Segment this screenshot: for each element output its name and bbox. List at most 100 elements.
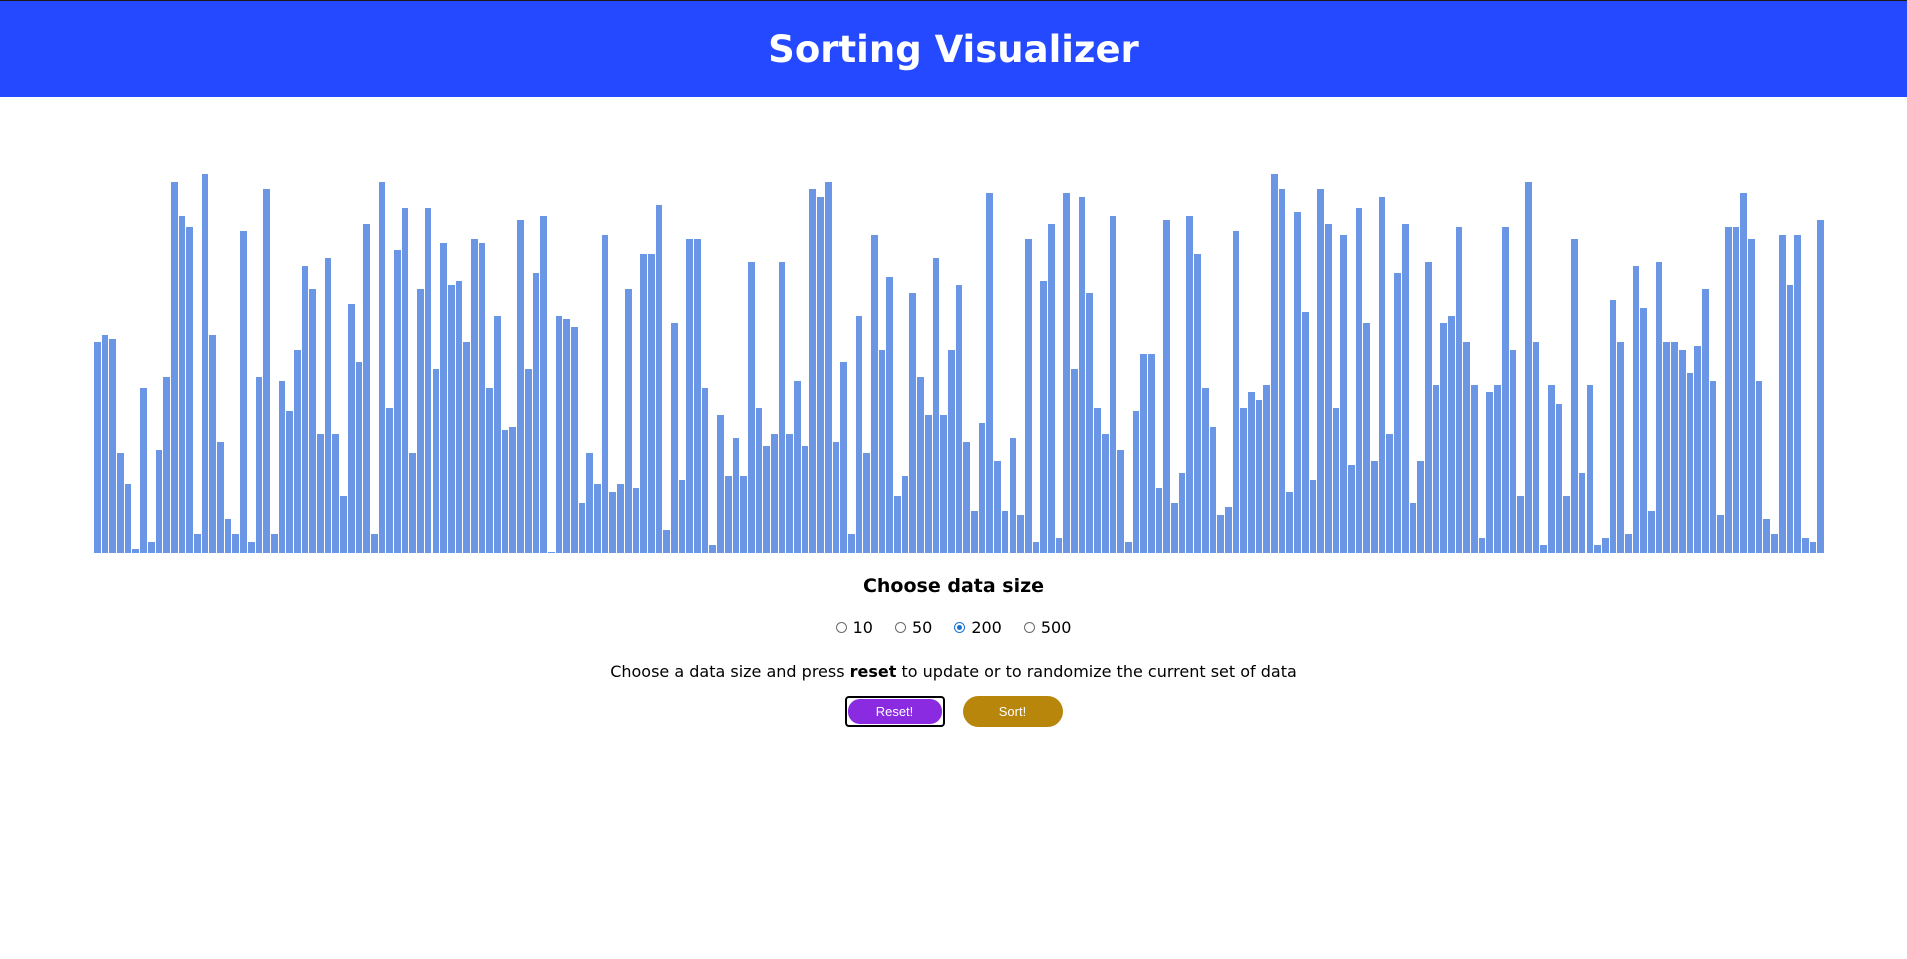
instructions-bold: reset xyxy=(849,662,897,681)
array-bar xyxy=(1609,300,1618,553)
instructions-text: Choose a data size and press reset to up… xyxy=(0,662,1907,681)
array-bar xyxy=(617,484,625,553)
radio-icon[interactable] xyxy=(894,622,906,633)
radio-icon[interactable] xyxy=(1023,622,1035,633)
array-bar xyxy=(486,388,495,553)
size-label-10: 10 xyxy=(852,618,873,637)
array-bar xyxy=(1094,407,1102,553)
radio-checked-icon[interactable] xyxy=(954,622,966,633)
array-bar xyxy=(247,541,256,553)
array-bar xyxy=(547,552,556,553)
array-bar xyxy=(1801,537,1810,553)
array-bar xyxy=(1809,541,1818,553)
array-bar xyxy=(1348,464,1356,553)
data-size-heading: Choose data size xyxy=(862,575,1045,597)
array-bar xyxy=(532,273,541,553)
array-bar xyxy=(1232,231,1241,553)
array-bar xyxy=(540,216,548,553)
array-bar xyxy=(1147,353,1156,553)
array-bar xyxy=(978,422,987,553)
array-bar xyxy=(1532,342,1541,553)
array-bar xyxy=(1101,434,1110,553)
array-bar xyxy=(132,549,141,553)
array-bar xyxy=(1394,273,1402,553)
array-bar xyxy=(401,208,410,553)
size-label-500: 500 xyxy=(1040,618,1072,637)
size-option-50[interactable]: 50 xyxy=(894,618,932,637)
array-bar xyxy=(1340,235,1348,553)
array-bar xyxy=(1694,346,1702,553)
array-bar xyxy=(855,315,864,553)
array-bar xyxy=(178,216,187,553)
radio-icon[interactable] xyxy=(835,622,847,633)
array-bar xyxy=(1055,537,1064,553)
array-bar xyxy=(1617,342,1625,553)
array-bar xyxy=(1186,216,1195,553)
array-bar xyxy=(732,438,741,553)
array-bar xyxy=(209,334,218,553)
array-bar xyxy=(424,208,433,553)
array-bar xyxy=(1286,491,1295,553)
array-bar xyxy=(878,350,887,553)
array-bar xyxy=(517,219,525,553)
array-bar xyxy=(1648,510,1656,553)
array-bar xyxy=(1271,173,1279,553)
array-bar xyxy=(740,476,748,553)
size-option-10[interactable]: 10 xyxy=(835,618,873,637)
reset-button[interactable]: Reset! xyxy=(844,696,945,727)
array-bar xyxy=(324,258,333,553)
array-bar xyxy=(809,189,818,553)
array-bar xyxy=(1471,384,1479,553)
array-bar xyxy=(1171,503,1179,553)
array-bar xyxy=(278,380,287,553)
array-bar xyxy=(1332,407,1341,553)
array-bar xyxy=(355,361,364,553)
sort-button[interactable]: Sort! xyxy=(962,696,1063,727)
array-bar xyxy=(1409,503,1418,553)
array-bar xyxy=(786,434,795,553)
array-bar xyxy=(840,361,848,553)
array-bar xyxy=(1309,480,1318,553)
array-bar xyxy=(432,369,441,553)
array-bar xyxy=(294,350,302,553)
array-bar xyxy=(378,181,387,553)
size-option-200[interactable]: 200 xyxy=(954,618,1002,637)
array-bar xyxy=(417,288,425,553)
array-bar xyxy=(817,196,825,553)
array-bar xyxy=(94,342,102,553)
array-bar xyxy=(370,533,379,553)
array-bar xyxy=(594,484,602,553)
array-bar xyxy=(963,441,972,553)
array-bar xyxy=(701,388,710,553)
array-bar xyxy=(1571,238,1579,553)
array-bar xyxy=(1771,533,1779,553)
array-bar xyxy=(1163,219,1172,553)
array-bar xyxy=(601,235,610,553)
array-bar xyxy=(1117,449,1125,553)
array-bar xyxy=(755,407,764,553)
array-bar xyxy=(1763,518,1772,553)
array-bar xyxy=(1478,537,1487,553)
array-bar xyxy=(363,223,371,553)
array-bar xyxy=(440,242,448,553)
array-bar xyxy=(1063,193,1072,553)
array-bar xyxy=(1424,261,1433,553)
array-bar xyxy=(1024,238,1033,553)
array-bar xyxy=(940,415,948,553)
array-bar xyxy=(501,430,510,553)
array-bar xyxy=(1401,223,1410,553)
array-bar xyxy=(1778,235,1787,553)
array-bar xyxy=(301,265,310,553)
array-bar xyxy=(1124,541,1133,553)
array-bar xyxy=(1624,533,1633,553)
array-bar xyxy=(470,238,479,553)
reset-button-label: Reset! xyxy=(847,699,942,724)
array-bar xyxy=(1586,384,1595,553)
array-bar xyxy=(1709,380,1718,553)
data-size-options: 10 50 200 500 xyxy=(0,618,1907,637)
array-bar xyxy=(1155,487,1164,553)
array-bar xyxy=(186,227,194,553)
array-bar xyxy=(447,284,456,553)
array-bar xyxy=(117,453,125,553)
size-option-500[interactable]: 500 xyxy=(1023,618,1072,637)
